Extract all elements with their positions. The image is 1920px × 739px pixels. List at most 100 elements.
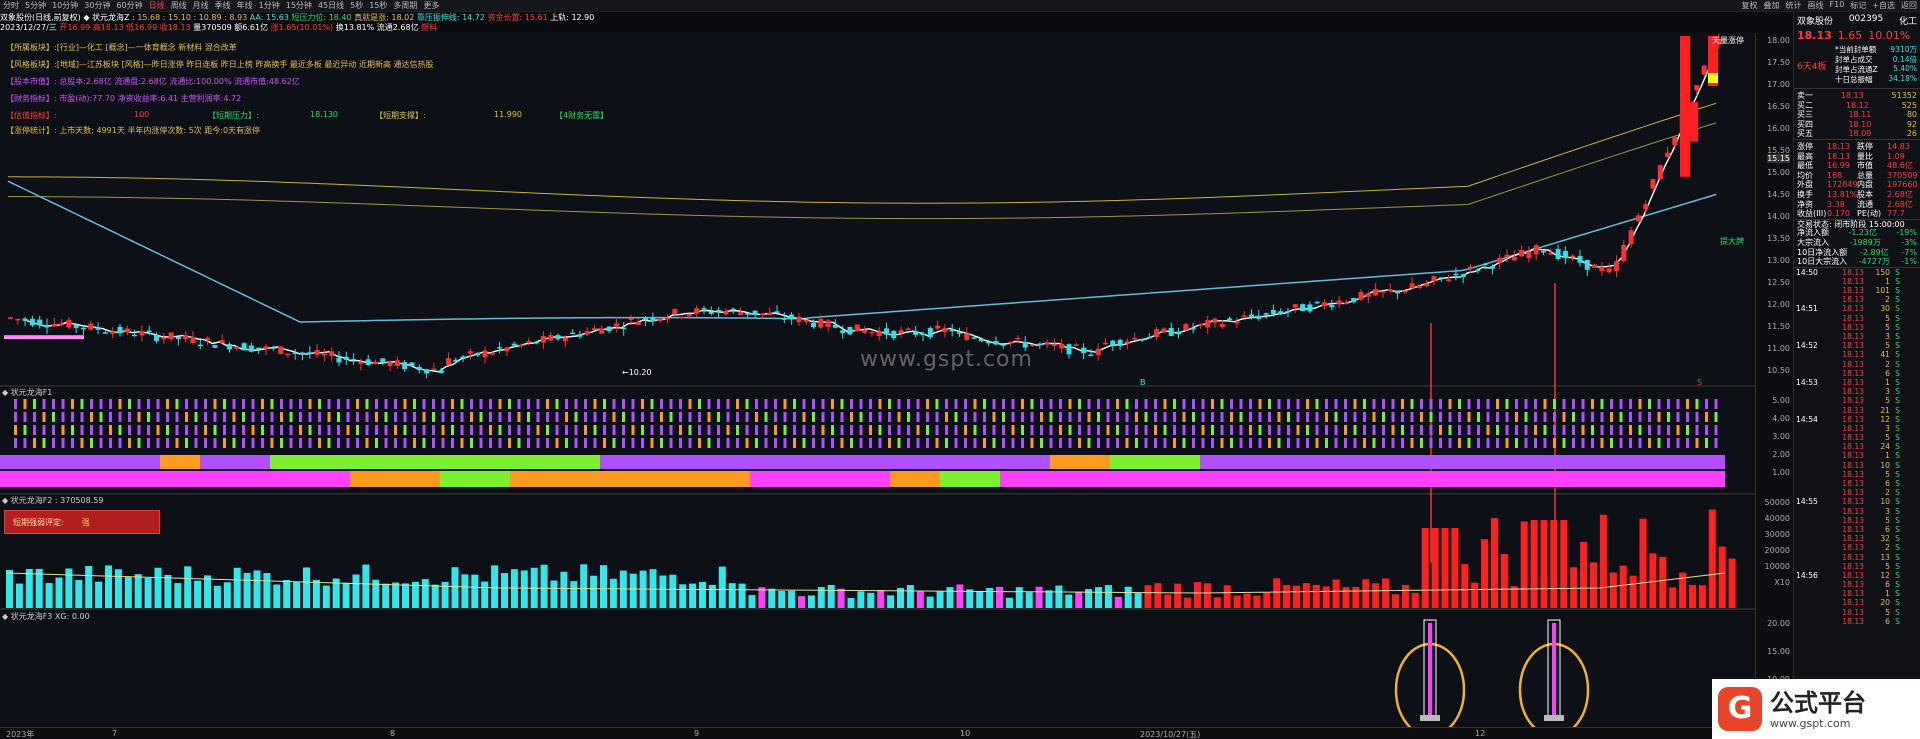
candle-body bbox=[343, 356, 349, 360]
candle-body bbox=[884, 328, 889, 335]
sub1-tick-mark bbox=[812, 425, 815, 435]
sub1-tick-mark bbox=[1391, 425, 1395, 435]
timeframe-tab-10[interactable]: 1分钟 bbox=[256, 0, 283, 11]
volume-bar bbox=[1233, 595, 1241, 608]
sub1-tick-mark bbox=[52, 399, 55, 409]
toolbar-menu-2[interactable]: 统计 bbox=[1783, 0, 1805, 11]
sub1-tick-mark bbox=[1325, 438, 1328, 448]
candle-body bbox=[1066, 344, 1072, 355]
candle-body bbox=[1701, 65, 1707, 75]
timeframe-tab-8[interactable]: 季线 bbox=[212, 0, 234, 11]
price-axis[interactable]: 18.00 17.50 17.00 16.50 16.00 15.50 15.00 14.50… bbox=[1755, 33, 1793, 739]
candle-body bbox=[1409, 283, 1415, 289]
toolbar-menu-5[interactable]: 标记 bbox=[1847, 0, 1869, 11]
toolbar-menu-6[interactable]: +自选 bbox=[1869, 0, 1898, 11]
timeframe-tab-14[interactable]: 15秒 bbox=[366, 0, 390, 11]
timeframe-tab-3[interactable]: 30分钟 bbox=[81, 0, 113, 11]
sub1-tick-mark bbox=[688, 425, 692, 435]
candle-body bbox=[1351, 298, 1357, 303]
sub1-tick-mark bbox=[707, 399, 711, 409]
sub1-tick-mark bbox=[61, 412, 65, 422]
tick-row: 18.13 2 S bbox=[1842, 359, 1900, 369]
sub1-tick-mark bbox=[261, 399, 264, 409]
timeframe-tab-11[interactable]: 15分钟 bbox=[283, 0, 315, 11]
volume-bar bbox=[1441, 528, 1449, 608]
sub1-tick-mark bbox=[1686, 399, 1689, 409]
top-volume-badge: 天量涨停 bbox=[1712, 36, 1744, 45]
sub1-tick-mark bbox=[1458, 438, 1461, 448]
sub1-tick-mark bbox=[1581, 399, 1585, 409]
sub1-tick-mark bbox=[517, 412, 521, 422]
candle-body bbox=[1570, 255, 1576, 258]
sub1-tick-mark bbox=[1553, 412, 1556, 422]
sub1-tick-mark bbox=[384, 399, 388, 409]
candle-body bbox=[292, 352, 298, 354]
toolbar-menu-4[interactable]: F10 bbox=[1827, 0, 1848, 11]
timeframe-tab-6[interactable]: 周线 bbox=[168, 0, 190, 11]
sub1-tick-mark bbox=[1581, 425, 1585, 435]
kline-chart[interactable] bbox=[0, 33, 1755, 727]
sub1-tick-mark bbox=[527, 425, 530, 435]
timeframe-tab-2[interactable]: 10分钟 bbox=[49, 0, 81, 11]
timeframe-tab-7[interactable]: 月线 bbox=[190, 0, 212, 11]
toolbar-menu-1[interactable]: 叠加 bbox=[1761, 0, 1783, 11]
sub1-tick-mark bbox=[1021, 399, 1024, 409]
sub1-tick-mark bbox=[926, 412, 929, 422]
volume-bar bbox=[1025, 592, 1033, 608]
candle-body bbox=[1329, 305, 1335, 308]
sub1-tick-mark bbox=[717, 438, 720, 448]
order-book-row: 卖一 18.13 51352 bbox=[1797, 91, 1917, 100]
candle-body bbox=[840, 330, 846, 334]
sub1-tick-mark bbox=[926, 399, 929, 409]
candle-body bbox=[1643, 204, 1649, 210]
toolbar-menu-3[interactable]: 画线 bbox=[1805, 0, 1827, 11]
volume-bar bbox=[1530, 520, 1538, 608]
sub1-tick-mark bbox=[1515, 399, 1518, 409]
candle-body bbox=[438, 370, 444, 374]
toolbar-menu-7[interactable]: 返回 bbox=[1898, 0, 1920, 11]
timeframe-tab-5[interactable]: 日线 bbox=[146, 0, 168, 11]
timeframe-tab-9[interactable]: 年线 bbox=[234, 0, 256, 11]
sub1-tick-mark bbox=[242, 425, 245, 435]
timeframe-tab-15[interactable]: 多周期 bbox=[390, 0, 420, 11]
sub1-tick-mark bbox=[641, 425, 644, 435]
timeframe-tab-1[interactable]: 5分钟 bbox=[22, 0, 49, 11]
tick-list[interactable]: 14:50 18.13 150 S 18.13 1 S 18.13 101 S 18.13 2 S 14:… bbox=[1794, 266, 1920, 626]
sub1-tick-mark bbox=[1372, 425, 1376, 435]
candle-body bbox=[1030, 344, 1035, 347]
sub1-tick-mark bbox=[1572, 438, 1575, 448]
sub1-tick-mark bbox=[403, 425, 407, 435]
sub1-tick-mark bbox=[1182, 425, 1186, 435]
sub1-tick: 4.00 bbox=[1772, 414, 1790, 423]
candle-body bbox=[847, 326, 853, 335]
volume-bar bbox=[788, 590, 796, 608]
sub1-tick-mark bbox=[812, 438, 815, 448]
volume-bar bbox=[1392, 594, 1399, 608]
sub1-tick-mark bbox=[1192, 412, 1195, 422]
timeframe-tab-16[interactable]: 更多 bbox=[420, 0, 442, 11]
candle-body bbox=[708, 311, 714, 314]
timeframe-tab-0[interactable]: 分时 bbox=[0, 0, 22, 11]
candle-body bbox=[1402, 290, 1408, 293]
sub1-tick-mark bbox=[1638, 438, 1642, 448]
sub1-tick-mark bbox=[992, 399, 996, 409]
stats-row: 最低 16.99 市值 48.6亿 bbox=[1797, 161, 1913, 171]
sub1-tick: 5.00 bbox=[1772, 396, 1790, 405]
sub1-tick-mark bbox=[394, 412, 397, 422]
price-tick: 14.00 bbox=[1767, 212, 1790, 221]
sub1-tick-mark bbox=[194, 399, 198, 409]
candle-body bbox=[759, 313, 765, 315]
timeframe-tab-12[interactable]: 45日线 bbox=[315, 0, 347, 11]
tick-row: 18.13 6 S bbox=[1842, 580, 1900, 590]
toolbar-menu-0[interactable]: 复权 bbox=[1739, 0, 1761, 11]
sub1-tick-mark bbox=[432, 425, 435, 435]
timeframe-tab-4[interactable]: 60分钟 bbox=[113, 0, 145, 11]
candle-body bbox=[1468, 266, 1473, 269]
real-shock-value: 真就是涨: 18.02 bbox=[354, 13, 415, 22]
timeframe-tab-13[interactable]: 5秒 bbox=[347, 0, 366, 11]
sub1-tick-mark bbox=[1391, 438, 1395, 448]
sub1-tick-mark bbox=[23, 399, 27, 409]
sub1-tick-mark bbox=[128, 425, 131, 435]
sub1-tick-mark bbox=[821, 412, 825, 422]
sub1-tick-mark bbox=[1002, 399, 1005, 409]
